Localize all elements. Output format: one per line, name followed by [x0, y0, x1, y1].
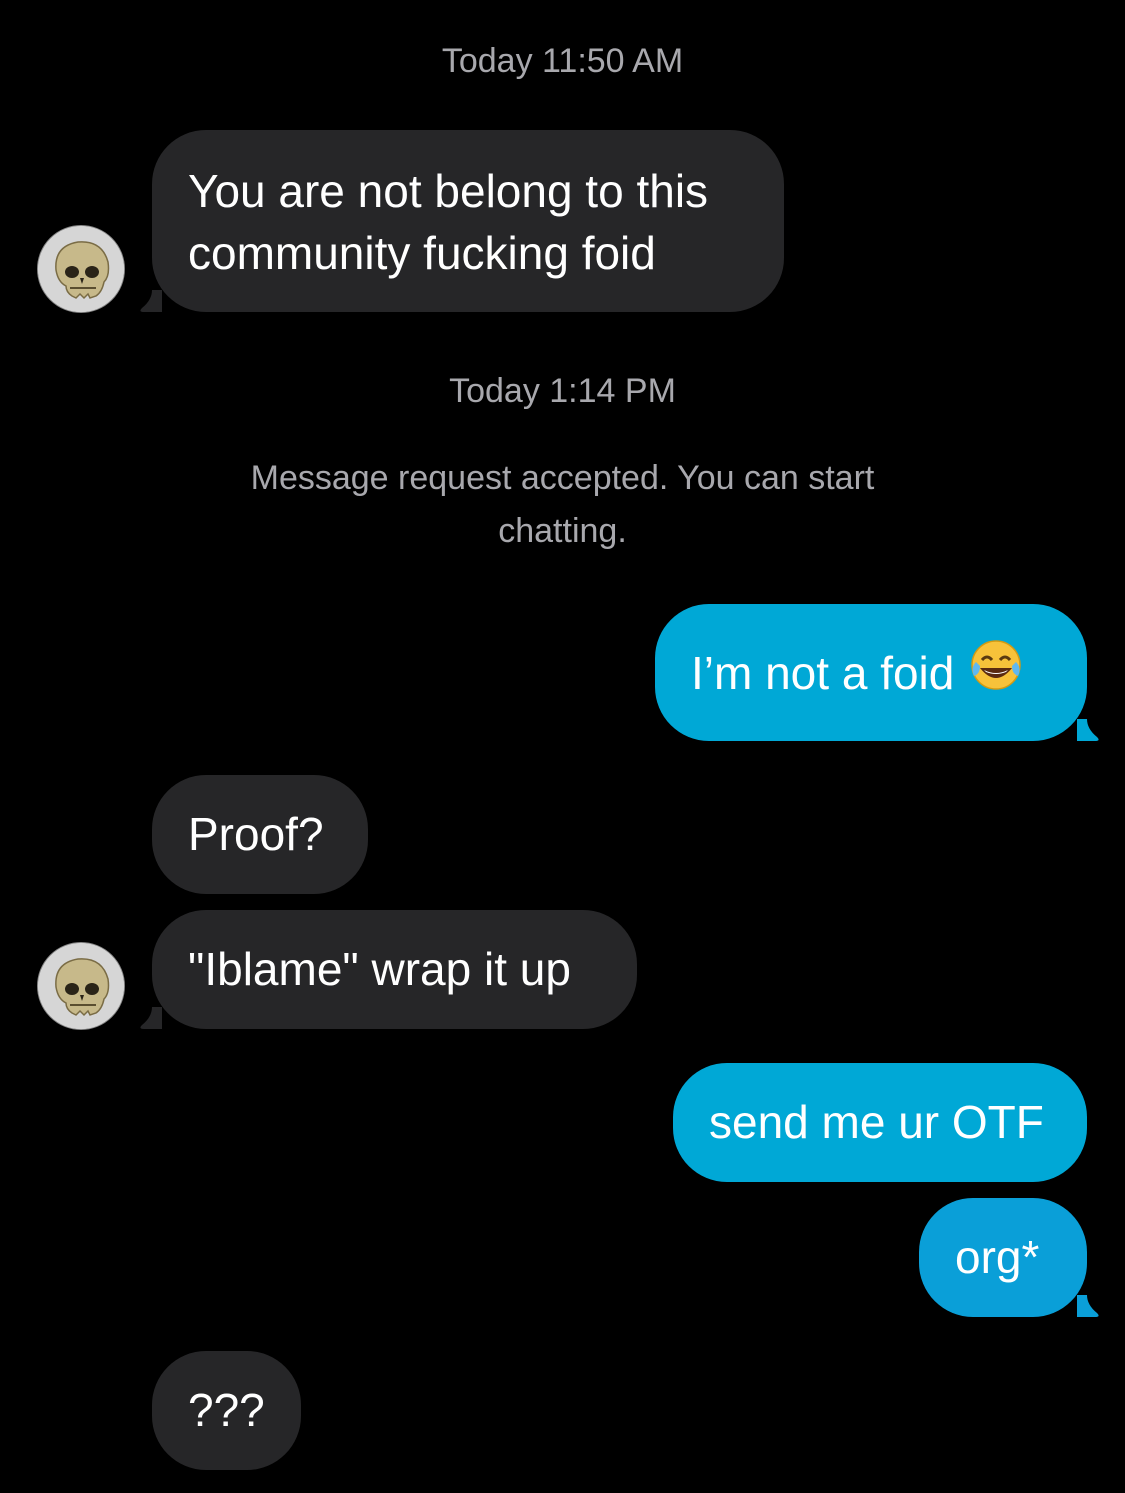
outgoing-message-bubble[interactable]: send me ur OTF: [673, 1063, 1087, 1182]
message-text: ???: [188, 1384, 265, 1436]
message-text: Proof?: [188, 808, 324, 860]
outgoing-message-bubble[interactable]: I’m not a foid: [655, 604, 1087, 741]
system-notice-line: chatting.: [498, 512, 627, 550]
message-text: community fucking foid: [188, 227, 656, 279]
message-text: I’m not a foid: [691, 647, 955, 699]
incoming-message-bubble[interactable]: Proof?: [152, 775, 368, 894]
bubble-tail: [140, 290, 162, 312]
message-text: org*: [955, 1231, 1040, 1283]
timestamp: Today 1:14 PM: [449, 372, 676, 410]
skull-icon: [38, 943, 124, 1029]
avatar[interactable]: [37, 942, 125, 1030]
system-notice-line: Message request accepted. You can start: [250, 459, 875, 497]
face-with-tears-of-joy-icon: [968, 638, 1024, 707]
message-text: "Iblame" wrap it up: [188, 943, 571, 995]
incoming-message-bubble[interactable]: You are not belong to this community fuc…: [152, 130, 784, 312]
bubble-tail: [1077, 1295, 1099, 1317]
incoming-message-bubble[interactable]: "Iblame" wrap it up: [152, 910, 637, 1029]
system-notice: Message request accepted. You can start …: [190, 452, 935, 558]
outgoing-message-bubble[interactable]: org*: [919, 1198, 1087, 1317]
message-text: You are not belong to this: [188, 165, 709, 217]
bubble-tail: [1077, 719, 1099, 741]
message-text: send me ur OTF: [709, 1096, 1044, 1148]
incoming-message-bubble[interactable]: ???: [152, 1351, 301, 1470]
bubble-tail: [140, 1007, 162, 1029]
timestamp: Today 11:50 AM: [441, 42, 684, 80]
avatar[interactable]: [37, 225, 125, 313]
skull-icon: [38, 226, 124, 312]
